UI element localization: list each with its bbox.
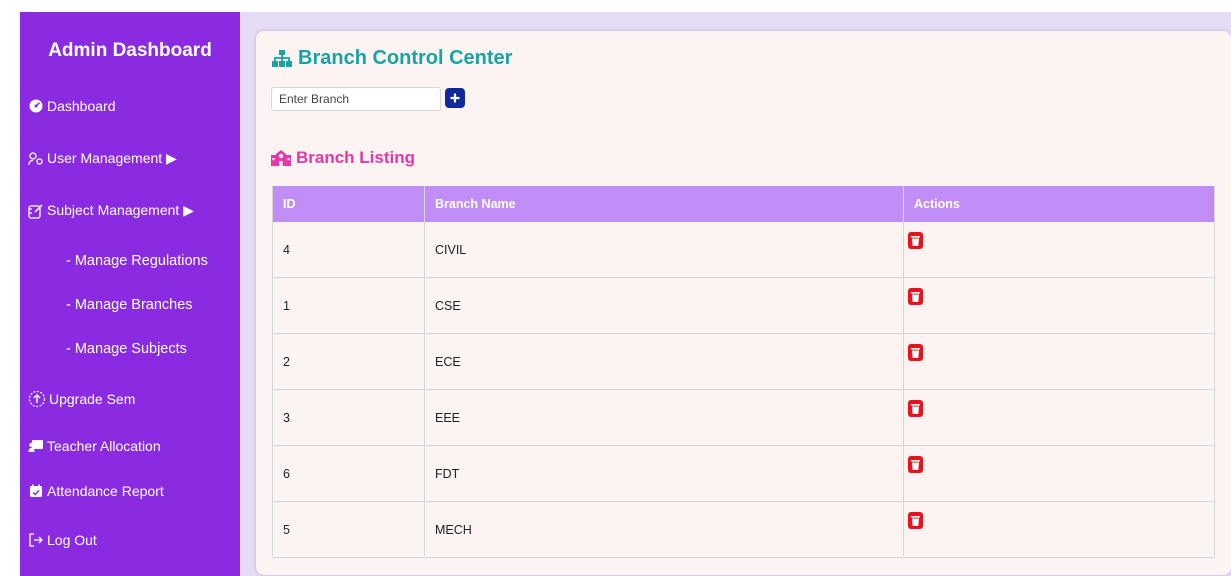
table-row: 4 CIVIL [272,222,1215,278]
sidebar-item-upgrade-sem[interactable]: Upgrade Sem [28,390,135,408]
add-branch-button[interactable] [445,88,465,108]
plus-icon [449,92,461,104]
branch-table: ID Branch Name Actions 4 CIVIL 1 CSE 2 E… [272,186,1215,558]
calendar-check-icon [28,483,44,499]
branch-listing-title: Branch Listing [271,148,415,168]
sidebar-item-label: Teacher Allocation [47,438,161,454]
table-border-right [1214,186,1215,556]
upgrade-arrow-icon [28,390,46,408]
delete-button[interactable] [908,344,923,361]
delete-button[interactable] [908,288,923,305]
cell-id: 2 [283,355,290,369]
table-border-left [272,186,273,556]
users-icon [28,151,44,167]
subject-edit-icon [28,203,44,219]
table-row: 6 FDT [272,446,1215,502]
sidebar-item-label: Log Out [47,532,97,548]
page-title-text: Branch Control Center [298,47,513,69]
sidebar-item-attendance-report[interactable]: Attendance Report [28,483,164,499]
trash-icon [908,512,923,533]
sidebar-subitem-manage-subjects[interactable]: - Manage Subjects [66,341,187,357]
table-row: 2 ECE [272,334,1215,390]
cell-branch-name: CIVIL [435,243,467,257]
sidebar-item-log-out[interactable]: Log Out [28,532,97,548]
cell-id: 5 [283,523,290,537]
school-building-icon [271,150,291,166]
delete-button[interactable] [908,232,923,249]
column-header-id: ID [283,197,296,211]
table-column-divider [903,186,904,556]
column-header-actions: Actions [914,197,960,211]
trash-icon [908,344,923,365]
cell-id: 6 [283,467,290,481]
logout-icon [28,532,44,548]
cell-branch-name: ECE [435,355,461,369]
trash-icon [908,456,923,477]
sidebar-item-label: User Management ▶ [47,150,177,166]
cell-branch-name: EEE [435,411,461,425]
trash-icon [908,288,923,309]
sidebar-item-label: Subject Management ▶ [47,202,194,218]
trash-icon [908,400,923,421]
cell-branch-name: FDT [435,467,460,481]
page-title: Branch Control Center [272,47,512,70]
sidebar-subitem-manage-branches[interactable]: - Manage Branches [66,297,193,313]
sidebar-item-teacher-allocation[interactable]: Teacher Allocation [28,438,161,454]
branch-listing-text: Branch Listing [296,148,416,167]
table-row: 5 MECH [272,502,1215,558]
table-row: 1 CSE [272,278,1215,334]
sidebar-item-dashboard[interactable]: Dashboard [28,98,116,114]
table-row: 3 EEE [272,390,1215,446]
sidebar-item-user-management[interactable]: User Management ▶ [28,150,177,167]
branch-input[interactable] [271,87,441,111]
cell-id: 3 [283,411,290,425]
sidebar-subitem-manage-regulations[interactable]: - Manage Regulations [66,253,208,269]
column-header-branch-name: Branch Name [435,197,516,211]
sidebar-item-label: Attendance Report [47,483,164,499]
dashboard-gauge-icon [28,98,44,114]
table-column-divider [424,186,425,556]
delete-button[interactable] [908,456,923,473]
sitemap-icon [272,49,292,68]
sidebar-item-subject-management[interactable]: Subject Management ▶ [28,202,194,219]
cell-id: 4 [283,243,290,257]
sidebar-title: Admin Dashboard [48,40,212,61]
delete-button[interactable] [908,400,923,417]
teacher-board-icon [28,438,44,454]
cell-branch-name: CSE [435,299,461,313]
cell-id: 1 [283,299,290,313]
cell-branch-name: MECH [435,523,472,537]
sidebar-item-label: Dashboard [47,98,116,114]
trash-icon [908,232,923,253]
sidebar: Admin Dashboard Dashboard User Managemen… [20,12,240,576]
delete-button[interactable] [908,512,923,529]
sidebar-item-label: Upgrade Sem [49,391,136,407]
table-header: ID Branch Name Actions [272,186,1215,222]
